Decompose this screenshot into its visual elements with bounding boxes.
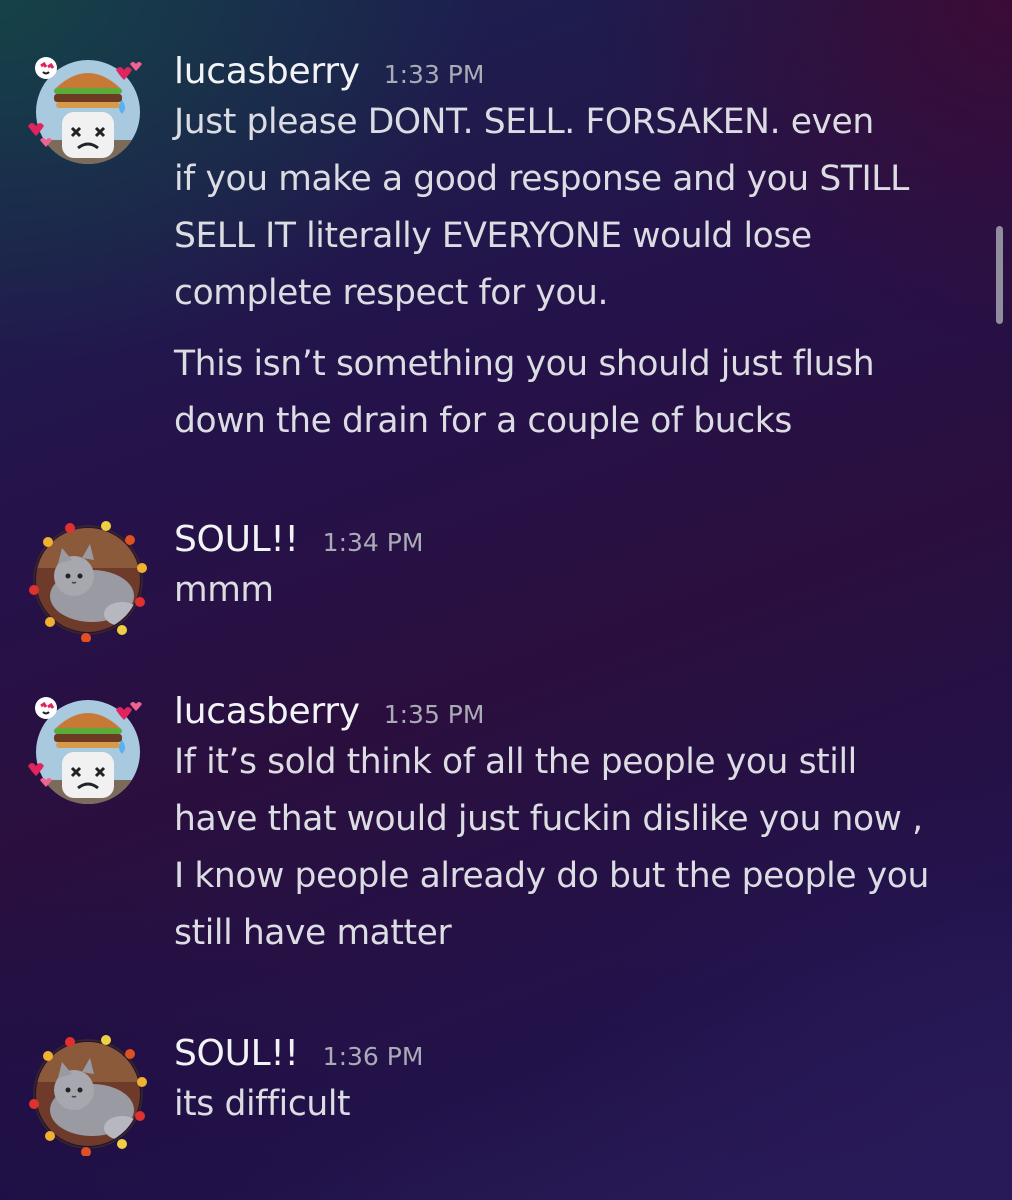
burger-character-icon (28, 57, 142, 164)
timestamp: 1:36 PM (322, 1042, 424, 1071)
user-avatar-lucasberry[interactable] (26, 50, 150, 174)
message-content: SOUL!! 1:34 PM mmm (174, 518, 984, 619)
user-avatar-lucasberry[interactable] (26, 690, 150, 814)
timestamp: 1:34 PM (322, 528, 424, 557)
message-line: if you make a good response and you STIL… (174, 159, 909, 199)
scrollbar-thumb[interactable] (996, 226, 1003, 324)
burger-character-icon (28, 697, 142, 804)
timestamp: 1:35 PM (383, 700, 485, 729)
message-header: SOUL!! 1:34 PM (174, 518, 984, 562)
gray-cat-string-lights-icon (29, 1035, 147, 1156)
message-header: lucasberry 1:33 PM (174, 50, 984, 94)
gray-cat-string-lights-icon (29, 521, 147, 642)
username[interactable]: SOUL!! (174, 1032, 299, 1076)
timestamp: 1:33 PM (383, 60, 485, 89)
message-line: mmm (174, 570, 274, 610)
message-line: I know people already do but the people … (174, 856, 929, 896)
user-avatar-soul[interactable] (26, 1032, 150, 1156)
user-avatar-soul[interactable] (26, 518, 150, 642)
message-line: have that would just fuckin dislike you … (174, 799, 923, 839)
message-line: SELL IT literally EVERYONE would lose (174, 216, 812, 256)
username[interactable]: SOUL!! (174, 518, 299, 562)
message-line: down the drain for a couple of bucks (174, 401, 792, 441)
message-line: its difficult (174, 1084, 351, 1124)
message-line: This isn’t something you should just flu… (174, 344, 875, 384)
message-line: If it’s sold think of all the people you… (174, 742, 857, 782)
message-content: lucasberry 1:35 PM If it’s sold think of… (174, 690, 984, 962)
username[interactable]: lucasberry (174, 50, 360, 94)
message-header: lucasberry 1:35 PM (174, 690, 984, 734)
message-line: Just please DONT. SELL. FORSAKEN. even (174, 102, 874, 142)
message-header: SOUL!! 1:36 PM (174, 1032, 984, 1076)
message-line: complete respect for you. (174, 273, 609, 313)
message-line: still have matter (174, 913, 452, 953)
username[interactable]: lucasberry (174, 690, 360, 734)
message-content: SOUL!! 1:36 PM its difficult (174, 1032, 984, 1133)
message-content: lucasberry 1:33 PM Just please DONT. SEL… (174, 50, 984, 450)
